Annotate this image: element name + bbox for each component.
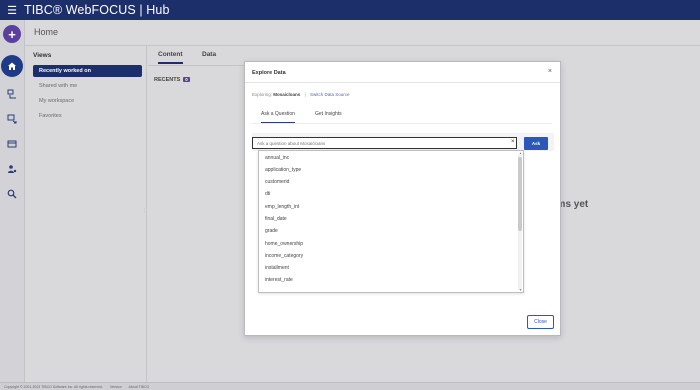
portals-icon[interactable] — [3, 110, 21, 128]
version-text: Version — [110, 385, 122, 389]
field-suggestions-list: annual_inc application_type customerid d… — [258, 150, 524, 293]
app-brand: TIBC® WebFOCUS | Hub — [24, 3, 170, 17]
about-link[interactable]: About TIBCO — [128, 385, 149, 389]
close-icon[interactable]: × — [548, 68, 552, 75]
dialog-header-divider — [245, 82, 560, 83]
list-item[interactable]: home_ownership — [259, 237, 523, 249]
menu-icon[interactable]: ☰ — [0, 0, 24, 20]
ask-question-input[interactable] — [252, 137, 517, 149]
tab-content[interactable]: Content — [158, 51, 183, 64]
scrollbar-thumb[interactable] — [518, 157, 522, 231]
ask-button[interactable]: Ask — [524, 137, 548, 150]
sidebar-item-favorites[interactable]: Favorites — [33, 110, 142, 122]
dialog-title: Explore Data — [252, 70, 286, 76]
exploring-source: Mosaicloans — [273, 92, 301, 97]
scroll-down-arrow-icon[interactable]: ▼ — [519, 288, 522, 292]
create-plus-icon[interactable]: + — [3, 25, 21, 43]
list-item[interactable]: grade — [259, 225, 523, 237]
sidebar-item-shared-with-me[interactable]: Shared with me — [33, 80, 142, 92]
list-item[interactable]: installment — [259, 262, 523, 274]
exploring-label: Exploring: — [252, 92, 273, 97]
list-item[interactable]: customerid — [259, 176, 523, 188]
search-icon[interactable] — [3, 185, 21, 203]
clear-icon[interactable]: × — [511, 139, 515, 145]
tab-data[interactable]: Data — [202, 51, 216, 62]
users-icon[interactable] — [3, 160, 21, 178]
list-item[interactable]: dti — [259, 188, 523, 200]
panel-resize-handle[interactable]: ⋮ — [142, 208, 147, 216]
recents-count-badge: 0 — [183, 77, 190, 82]
views-panel: Views Recently worked on Shared with me … — [25, 46, 147, 382]
views-title: Views — [33, 52, 52, 59]
dialog-tabs-divider — [252, 123, 552, 124]
page-header: Home — [25, 20, 700, 46]
library-icon[interactable] — [3, 135, 21, 153]
list-item[interactable]: income_category — [259, 249, 523, 261]
top-bar: ☰ TIBC® WebFOCUS | Hub — [0, 0, 700, 20]
list-item[interactable]: application_type — [259, 163, 523, 175]
explore-data-dialog: Explore Data × Exploring: Mosaicloans | … — [244, 61, 561, 336]
switch-data-source-link[interactable]: Switch Data Source — [310, 92, 350, 97]
list-item[interactable]: interest_rate — [259, 274, 523, 286]
exploring-info: Exploring: Mosaicloans | Switch Data Sou… — [252, 92, 350, 97]
sidebar-item-recently-worked-on[interactable]: Recently worked on — [33, 65, 142, 77]
workspaces-icon[interactable] — [3, 85, 21, 103]
close-button[interactable]: Close — [527, 315, 554, 329]
list-scrollbar[interactable] — [518, 154, 522, 290]
recents-label: RECENTS — [154, 77, 181, 83]
separator: | — [304, 92, 306, 97]
list-item[interactable]: emp_length_int — [259, 200, 523, 212]
home-icon[interactable] — [1, 55, 23, 77]
sidebar-item-my-workspace[interactable]: My workspace — [33, 95, 142, 107]
list-item[interactable]: annual_inc — [259, 151, 523, 163]
tab-get-insights[interactable]: Get Insights — [315, 111, 342, 122]
copyright-text: Copyright © 2001-2023 TIBCO Software Inc… — [4, 385, 104, 389]
list-item[interactable]: final_date — [259, 212, 523, 224]
recents-heading: RECENTS 0 — [154, 77, 190, 83]
footer: Copyright © 2001-2023 TIBCO Software Inc… — [0, 382, 700, 390]
left-rail: + — [0, 20, 25, 382]
page-title: Home — [34, 27, 59, 37]
